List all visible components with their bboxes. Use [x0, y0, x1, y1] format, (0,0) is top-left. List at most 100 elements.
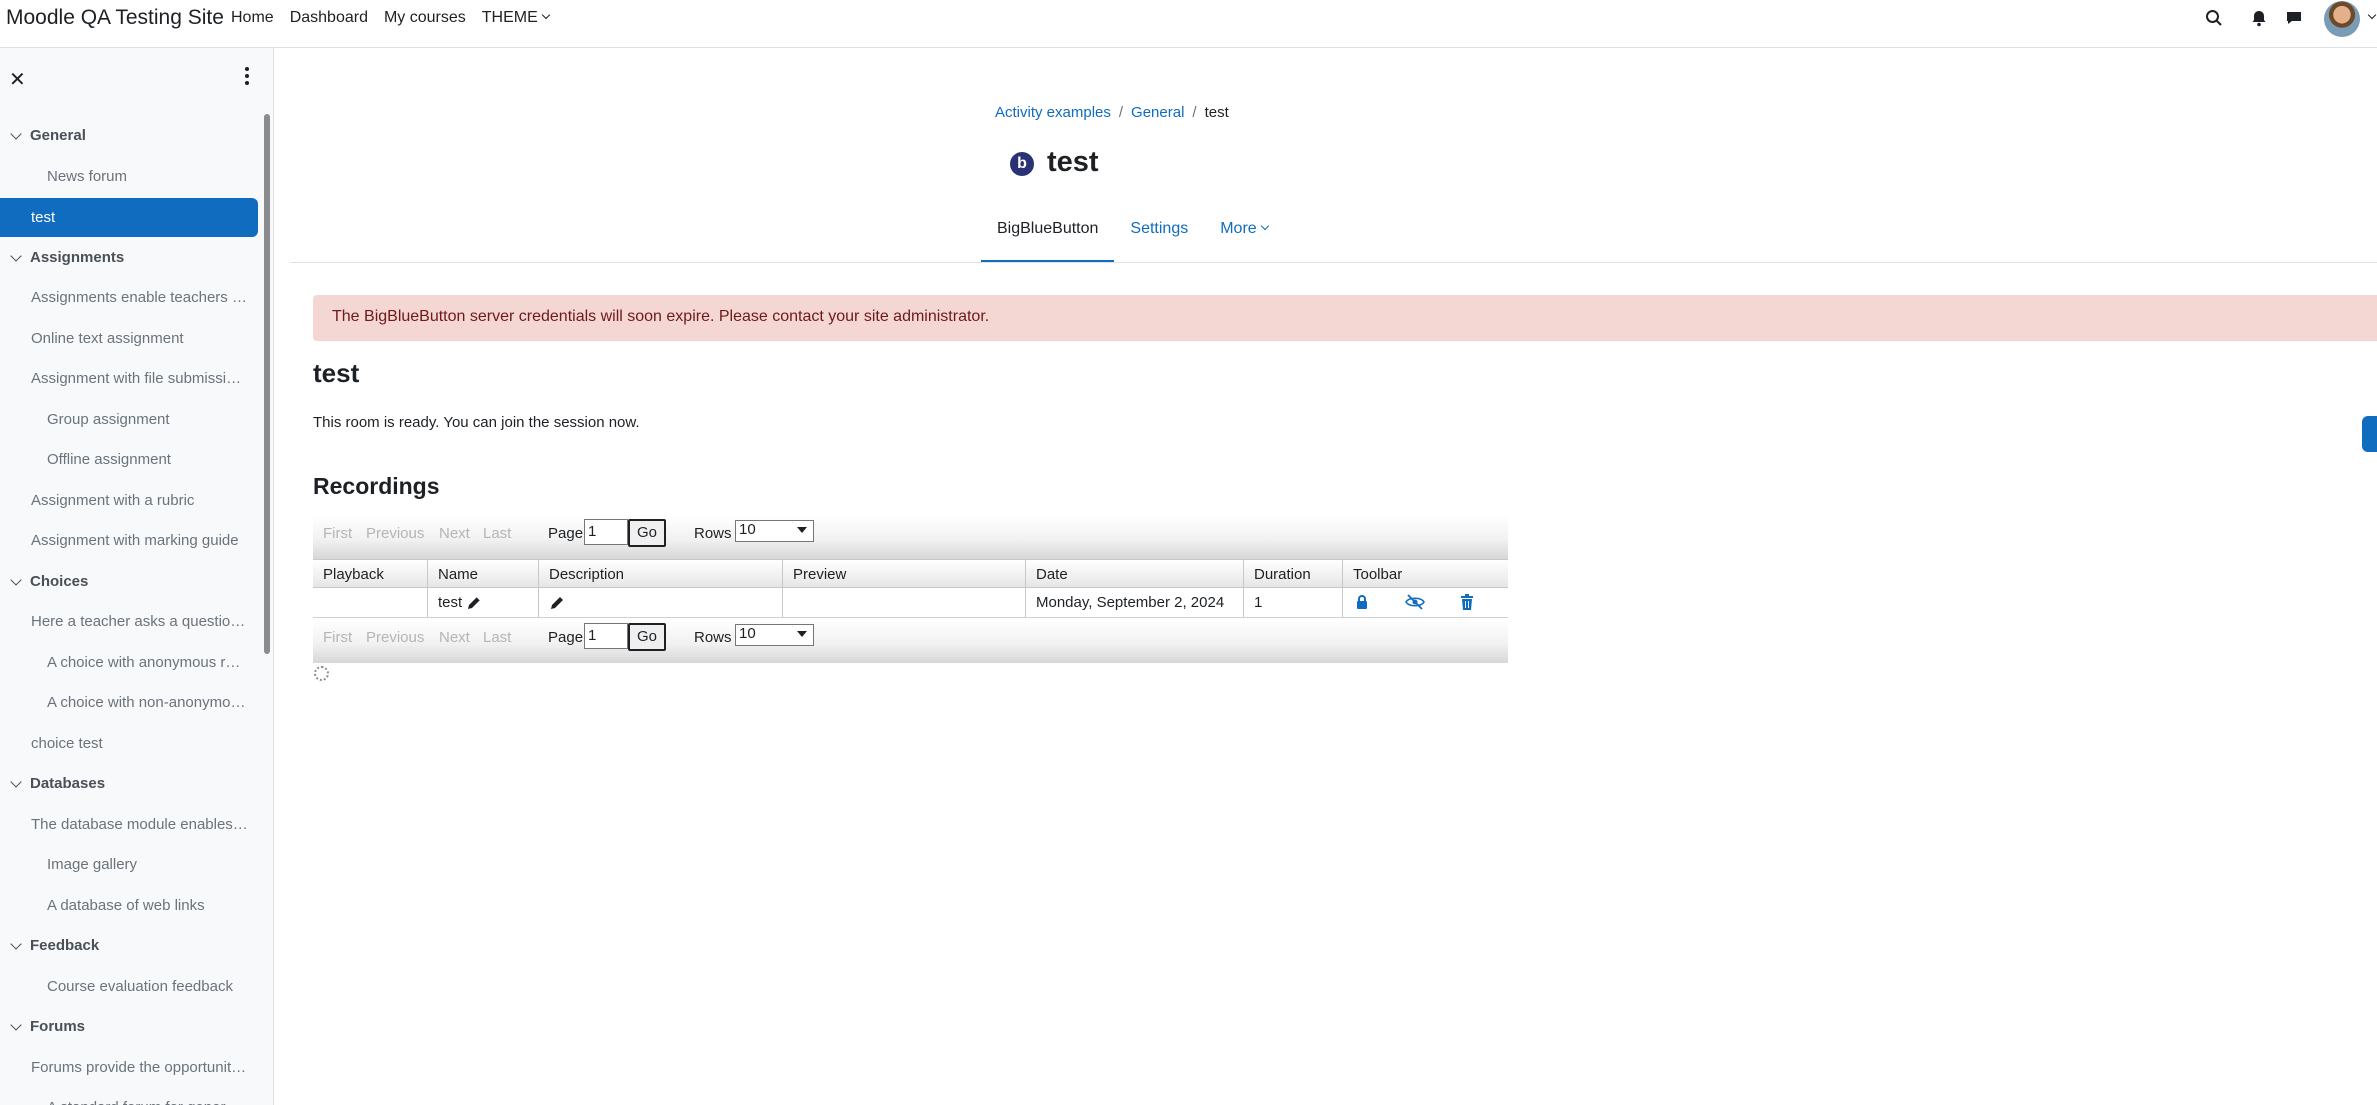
- site-name[interactable]: Moodle QA Testing Site: [6, 6, 224, 30]
- rows-select[interactable]: 10: [735, 624, 814, 646]
- join-session-button[interactable]: [2362, 416, 2377, 452]
- chevron-down-icon[interactable]: [10, 1019, 22, 1031]
- dropdown-caret-icon: [797, 631, 807, 637]
- breadcrumb-general[interactable]: General: [1131, 104, 1184, 121]
- tab-bigbluebutton[interactable]: BigBlueButton: [981, 210, 1115, 263]
- course-index-drawer: ✕ General News forum test Assignments Assign…: [0, 48, 274, 1105]
- page-number-input[interactable]: 1: [584, 519, 628, 545]
- user-avatar[interactable]: [2324, 1, 2360, 37]
- edit-description-pencil-icon[interactable]: [549, 595, 565, 611]
- search-icon[interactable]: [2205, 9, 2223, 27]
- breadcrumb: Activity examples / General / test: [995, 104, 1229, 121]
- tab-settings[interactable]: Settings: [1114, 210, 1204, 263]
- course-index-item[interactable]: Forums provide the opportunit…: [0, 1059, 246, 1076]
- pager-bottom: First Previous Next Last Page 1 Go Rows …: [313, 619, 1508, 663]
- hide-eye-slash-icon[interactable]: [1405, 594, 1425, 610]
- tab-more[interactable]: More: [1204, 210, 1283, 263]
- course-index-item[interactable]: News forum: [0, 168, 127, 185]
- course-index-item[interactable]: A choice with anonymous r…: [0, 654, 240, 671]
- course-index-label: Here a teacher asks a questio…: [31, 613, 246, 630]
- table-row: test Monday, September 2, 2024 1: [313, 588, 1508, 618]
- course-index-item[interactable]: Assignment with file submissi…: [0, 370, 241, 387]
- course-index-item[interactable]: Here a teacher asks a questio…: [0, 613, 245, 630]
- pager-previous[interactable]: Previous: [366, 629, 424, 646]
- drawer-scrollbar[interactable]: [264, 114, 270, 654]
- pager-next[interactable]: Next: [439, 525, 470, 542]
- course-index-item-active[interactable]: test: [0, 198, 258, 237]
- course-index-item[interactable]: A choice with non-anonymo…: [0, 694, 245, 711]
- chevron-down-icon[interactable]: [10, 249, 22, 262]
- course-index-item[interactable]: A database of web links: [0, 897, 205, 914]
- course-index-label: Image gallery: [47, 856, 138, 873]
- nav-my-courses[interactable]: My courses: [384, 9, 466, 27]
- cell-toolbar: [1342, 588, 1508, 617]
- cell-description: [538, 588, 782, 617]
- course-index-label: A database of web links: [47, 896, 205, 914]
- messages-icon[interactable]: [2285, 9, 2303, 27]
- course-section-assignments[interactable]: Assignments: [0, 249, 124, 266]
- course-index-item[interactable]: Online text assignment: [0, 330, 184, 347]
- nav-dashboard[interactable]: Dashboard: [290, 9, 368, 27]
- column-description[interactable]: Description: [538, 560, 782, 587]
- pager-next[interactable]: Next: [439, 629, 470, 646]
- recordings-table: First Previous Next Last Page 1 Go Rows …: [313, 515, 1508, 663]
- course-section-databases[interactable]: Databases: [0, 775, 105, 792]
- course-index-label: choice test: [31, 734, 103, 752]
- kebab-menu-icon[interactable]: [245, 67, 251, 85]
- course-section-choices[interactable]: Choices: [0, 573, 88, 590]
- pager-first[interactable]: First: [323, 629, 352, 646]
- delete-trash-icon[interactable]: [1460, 594, 1474, 610]
- course-index-item[interactable]: Assignment with marking guide: [0, 532, 239, 549]
- chevron-down-icon[interactable]: [10, 776, 22, 788]
- course-index-label: Offline assignment: [47, 451, 171, 468]
- page-label: Page: [548, 525, 584, 542]
- column-name[interactable]: Name: [427, 560, 538, 587]
- chevron-down-icon[interactable]: [10, 128, 22, 140]
- course-index-item[interactable]: Offline assignment: [0, 451, 171, 468]
- pager-last[interactable]: Last: [483, 525, 511, 542]
- course-section-general[interactable]: General: [0, 127, 86, 144]
- course-index-item[interactable]: Course evaluation feedback: [0, 978, 233, 995]
- column-toolbar[interactable]: Toolbar: [1342, 560, 1508, 587]
- breadcrumb-activity-examples[interactable]: Activity examples: [995, 104, 1111, 121]
- recording-name: test: [438, 594, 463, 611]
- close-drawer-icon[interactable]: ✕: [9, 67, 26, 92]
- course-index-label: Choices: [30, 572, 89, 590]
- rows-select[interactable]: 10: [735, 520, 814, 542]
- course-index-label: A choice with anonymous r…: [47, 653, 241, 671]
- column-date[interactable]: Date: [1025, 560, 1243, 587]
- go-button[interactable]: Go: [628, 623, 666, 651]
- pager-last[interactable]: Last: [483, 629, 511, 646]
- nav-home[interactable]: Home: [231, 9, 274, 27]
- top-navbar: Moodle QA Testing Site Home Dashboard My…: [0, 0, 2377, 48]
- course-index-item[interactable]: Assignments enable teachers …: [0, 289, 247, 306]
- column-duration[interactable]: Duration: [1243, 560, 1342, 587]
- course-index-item[interactable]: Image gallery: [0, 856, 137, 873]
- course-index-item[interactable]: The database module enables…: [0, 816, 248, 833]
- course-index-label: Forums provide the opportunit…: [31, 1058, 247, 1076]
- course-index-item[interactable]: Assignment with a rubric: [0, 492, 194, 509]
- primary-navigation: Home Dashboard My courses THEME: [231, 9, 551, 27]
- course-section-forums[interactable]: Forums: [0, 1018, 85, 1035]
- column-playback[interactable]: Playback: [313, 560, 427, 587]
- page-number-input[interactable]: 1: [584, 623, 628, 649]
- pager-first[interactable]: First: [323, 525, 352, 542]
- course-index-item[interactable]: A standard forum for gener…: [0, 1099, 240, 1105]
- pager-previous[interactable]: Previous: [366, 525, 424, 542]
- course-index-item[interactable]: choice test: [0, 735, 103, 752]
- tab-more-label: More: [1220, 220, 1257, 237]
- go-button[interactable]: Go: [628, 519, 666, 547]
- chevron-down-icon[interactable]: [10, 573, 22, 586]
- breadcrumb-current: test: [1204, 104, 1229, 121]
- notification-bell-icon[interactable]: [2250, 9, 2268, 27]
- edit-name-pencil-icon[interactable]: [466, 595, 482, 611]
- nav-theme[interactable]: THEME: [481, 9, 551, 27]
- column-preview[interactable]: Preview: [782, 560, 1025, 587]
- user-menu-chevron-icon[interactable]: [2367, 10, 2377, 20]
- course-section-feedback[interactable]: Feedback: [0, 937, 99, 954]
- bigbluebutton-icon: b: [1010, 152, 1034, 176]
- chevron-down-icon[interactable]: [10, 938, 22, 950]
- lock-icon[interactable]: [1354, 594, 1370, 610]
- course-index-item[interactable]: Group assignment: [0, 411, 170, 428]
- nav-theme-label: THEME: [481, 9, 538, 26]
